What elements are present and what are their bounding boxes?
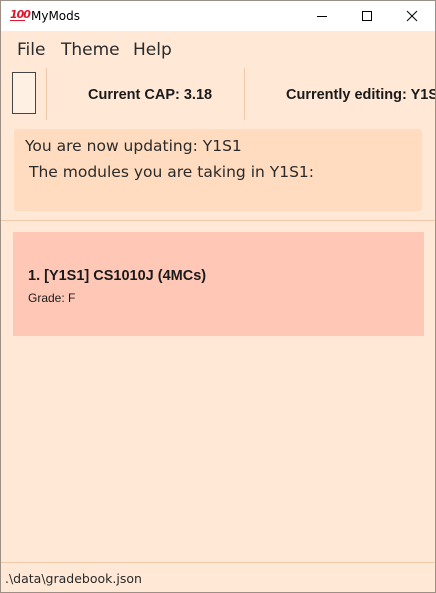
menu-help[interactable]: Help [133, 40, 172, 60]
info-placeholder-cell [4, 68, 47, 120]
close-icon [406, 10, 418, 22]
module-title: 1. [Y1S1] CS1010J (4MCs) [28, 268, 207, 284]
window-title: MyMods [31, 9, 81, 23]
close-button[interactable] [389, 1, 435, 31]
module-list[interactable]: 1. [Y1S1] CS1010J (4MCs) Grade: F [1, 221, 435, 562]
empty-box [12, 72, 36, 114]
minimize-icon [317, 16, 327, 17]
result-display: You are now updating: Y1S1 The modules y… [14, 129, 422, 211]
status-bar: .\data\gradebook.json [1, 562, 435, 593]
minimize-button[interactable] [299, 1, 345, 31]
currently-editing-label: Currently editing: Y1S1 [286, 87, 435, 103]
menu-theme[interactable]: Theme [61, 40, 120, 60]
status-message-line-2: The modules you are taking in Y1S1: [29, 163, 315, 181]
maximize-icon [362, 11, 372, 21]
app-icon-text: 100 [10, 8, 31, 21]
info-bar: Current CAP: 3.18 Currently editing: Y1S… [1, 65, 435, 122]
status-message-line-1: You are now updating: Y1S1 [25, 137, 242, 155]
module-card[interactable]: 1. [Y1S1] CS1010J (4MCs) Grade: F [13, 232, 424, 336]
menu-file[interactable]: File [17, 40, 45, 60]
cap-cell: Current CAP: 3.18 [47, 68, 245, 120]
menu-bar: File Theme Help [1, 31, 435, 65]
title-bar[interactable]: 100 MyMods [1, 1, 435, 31]
app-window: 100 MyMods File Theme Help Current CAP: … [0, 0, 436, 593]
maximize-button[interactable] [344, 1, 390, 31]
save-location-path: .\data\gradebook.json [5, 571, 142, 586]
app-icon: 100 [10, 8, 31, 21]
current-cap-label: Current CAP: 3.18 [88, 87, 213, 103]
editing-cell: Currently editing: Y1S1 [245, 68, 435, 120]
module-grade: Grade: F [28, 291, 76, 305]
